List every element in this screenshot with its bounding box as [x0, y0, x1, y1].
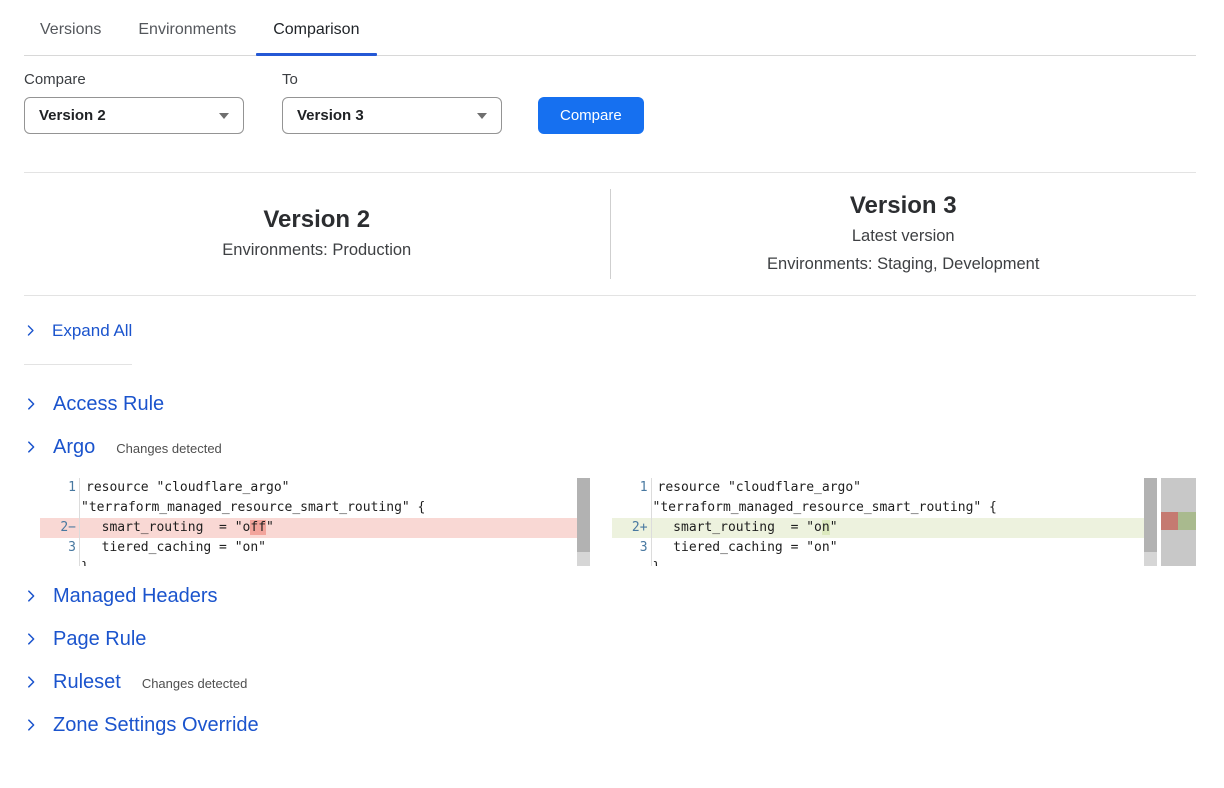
section-label: Zone Settings Override [53, 713, 259, 737]
expand-all-label: Expand All [52, 320, 132, 341]
diff-row-wrap: "terraform_managed_resource_smart_routin… [612, 498, 1158, 518]
changes-detected-badge: Changes detected [142, 673, 248, 691]
compare-field: Compare Version 2 [24, 71, 244, 134]
section-label: Ruleset [53, 670, 121, 694]
version-left-header: Version 2 Environments: Production [24, 173, 610, 295]
caret-down-icon [219, 113, 229, 119]
to-field: To Version 3 [282, 71, 502, 134]
compare-to-value: Version 3 [297, 107, 364, 124]
compare-from-select[interactable]: Version 2 [24, 97, 244, 134]
diff-minimap[interactable] [1161, 478, 1196, 566]
compare-form: Compare Version 2 To Version 3 Compare [24, 71, 1196, 134]
minimap-removed-mark [1161, 512, 1178, 530]
tab-environments[interactable]: Environments [138, 20, 236, 55]
version-left-environments: Environments: Production [222, 237, 411, 263]
scrollbar-thumb[interactable] [1144, 478, 1157, 552]
section-access-rule[interactable]: Access Rule [24, 392, 164, 416]
chevron-right-icon [24, 718, 38, 732]
chevron-right-icon [24, 397, 38, 411]
removed-inline-highlight: ff [250, 520, 266, 535]
version-right-header: Version 3 Latest version Environments: S… [611, 173, 1197, 295]
changes-detected-badge: Changes detected [116, 438, 222, 456]
chevron-right-icon [24, 589, 38, 603]
to-label: To [282, 71, 502, 89]
compare-label: Compare [24, 71, 244, 89]
chevron-right-icon [24, 324, 37, 337]
minimap-added-mark [1178, 512, 1196, 530]
section-label: Managed Headers [53, 584, 218, 608]
scrollbar-thumb[interactable] [577, 478, 590, 552]
diff-row-wrap: "terraform_managed_resource_smart_routin… [40, 498, 590, 518]
diff-row: 1 resource "cloudflare_argo" [40, 478, 590, 498]
diff-row: 1 resource "cloudflare_argo" [612, 478, 1158, 498]
section-managed-headers[interactable]: Managed Headers [24, 584, 218, 608]
tab-bar: Versions Environments Comparison [24, 0, 1196, 56]
argo-diff-viewer: 1 resource "cloudflare_argo" "terraform_… [40, 478, 1196, 566]
diff-row-added: 2+ smart_routing = "on" [612, 518, 1158, 538]
diff-row-removed: 2− smart_routing = "off" [40, 518, 590, 538]
caret-down-icon [477, 113, 487, 119]
section-ruleset[interactable]: Ruleset Changes detected [24, 670, 247, 694]
section-page-rule[interactable]: Page Rule [24, 627, 146, 651]
left-panel-scrollbar[interactable] [577, 478, 590, 566]
diff-row: } [40, 558, 590, 566]
tab-versions[interactable]: Versions [40, 20, 101, 55]
version-headers: Version 2 Environments: Production Versi… [24, 172, 1196, 296]
section-label: Page Rule [53, 627, 146, 651]
diff-row: 3 tiered_caching = "on" [612, 538, 1158, 558]
section-zone-settings-override[interactable]: Zone Settings Override [24, 713, 259, 737]
compare-button[interactable]: Compare [538, 97, 644, 134]
version-right-latest: Latest version [852, 223, 955, 249]
section-label: Argo [53, 435, 95, 459]
right-panel-scrollbar[interactable] [1144, 478, 1157, 566]
version-right-title: Version 3 [850, 191, 957, 221]
section-label: Access Rule [53, 392, 164, 416]
version-left-title: Version 2 [263, 205, 370, 235]
diff-right-panel: 1 resource "cloudflare_argo" "terraform_… [612, 478, 1158, 566]
chevron-right-icon [24, 632, 38, 646]
diff-row: 3 tiered_caching = "on" [40, 538, 590, 558]
compare-from-value: Version 2 [39, 107, 106, 124]
chevron-right-icon [24, 675, 38, 689]
chevron-right-icon [24, 440, 38, 454]
compare-to-select[interactable]: Version 3 [282, 97, 502, 134]
tab-comparison[interactable]: Comparison [273, 20, 359, 55]
diff-left-panel: 1 resource "cloudflare_argo" "terraform_… [40, 478, 590, 566]
diff-row: } [612, 558, 1158, 566]
version-right-environments: Environments: Staging, Development [767, 251, 1039, 277]
added-inline-highlight: n [822, 520, 830, 535]
page: Versions Environments Comparison Compare… [24, 0, 1196, 737]
expand-all-button[interactable]: Expand All [24, 296, 132, 365]
section-argo[interactable]: Argo Changes detected [24, 435, 222, 459]
